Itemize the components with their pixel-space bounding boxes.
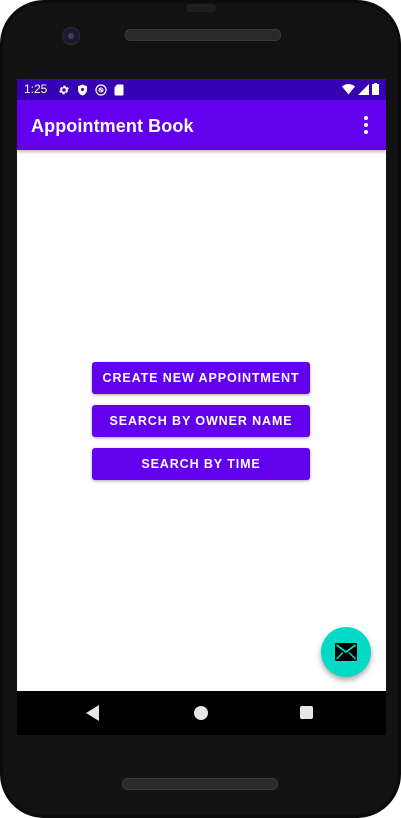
sync-circle-icon [95,83,107,96]
app-title: Appointment Book [31,116,194,136]
wifi-icon [342,83,355,94]
search-by-owner-name-button[interactable]: SEARCH BY OWNER NAME [92,405,310,437]
system-navigation-bar [17,691,386,735]
email-icon [335,643,357,661]
recents-icon[interactable] [300,706,313,719]
menu-dot [364,123,368,127]
create-new-appointment-button[interactable]: CREATE NEW APPOINTMENT [92,362,310,394]
shield-icon [78,84,87,95]
search-by-time-button[interactable]: SEARCH BY TIME [92,448,310,480]
menu-dot [364,116,368,120]
sd-card-icon [114,84,124,95]
camera-lens [68,33,74,39]
settings-gear-icon [59,85,69,94]
home-icon[interactable] [194,706,208,720]
bottom-speaker [122,778,278,790]
status-time: 1:25 [24,82,48,96]
cell-signal-icon [358,83,369,95]
device-frame: 1:25 Appointment Book CREATE NEW APPOINT… [0,0,401,818]
device-top-slot [186,4,216,12]
battery-icon [372,83,379,95]
status-system-icons [342,83,379,95]
earpiece-speaker [125,29,281,41]
back-icon[interactable] [86,705,100,721]
app-toolbar: Appointment Book [17,100,386,150]
front-camera [62,27,80,45]
status-bar: 1:25 [17,79,386,100]
menu-dot [364,130,368,134]
status-notification-icons [58,83,124,96]
more-vert-icon[interactable] [354,112,378,138]
app-screen: 1:25 Appointment Book CREATE NEW APPOINT… [17,79,386,691]
email-fab[interactable] [321,627,371,677]
